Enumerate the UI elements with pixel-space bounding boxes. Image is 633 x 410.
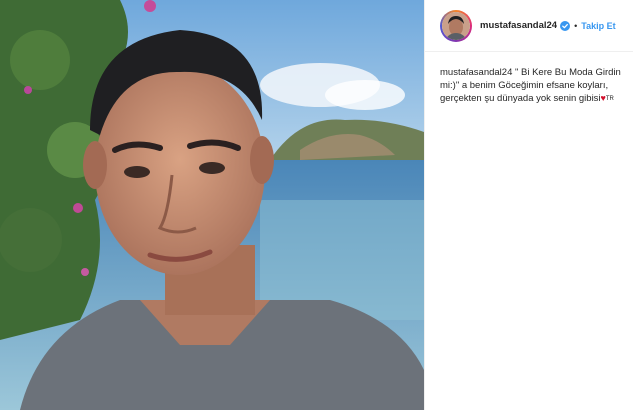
selfie-image xyxy=(0,0,424,410)
follow-button[interactable]: Takip Et xyxy=(581,21,615,31)
flag-text: TR xyxy=(605,96,614,102)
post-caption: mustafasandal24 " Bi Kere Bu Moda Girdin… xyxy=(425,52,633,106)
post-header: mustafasandal24 • Takip Et xyxy=(425,0,633,52)
post-photo[interactable] xyxy=(0,0,424,410)
avatar[interactable] xyxy=(440,9,472,42)
instagram-post: mustafasandal24 • Takip Et mustafasandal… xyxy=(0,0,633,410)
verified-badge-icon xyxy=(560,20,571,31)
separator-dot: • xyxy=(574,20,578,31)
avatar-image xyxy=(442,11,470,40)
post-username[interactable]: mustafasandal24 xyxy=(480,20,557,31)
caption-username[interactable]: mustafasandal24 xyxy=(440,67,512,78)
post-sidebar: mustafasandal24 • Takip Et mustafasandal… xyxy=(424,0,633,410)
